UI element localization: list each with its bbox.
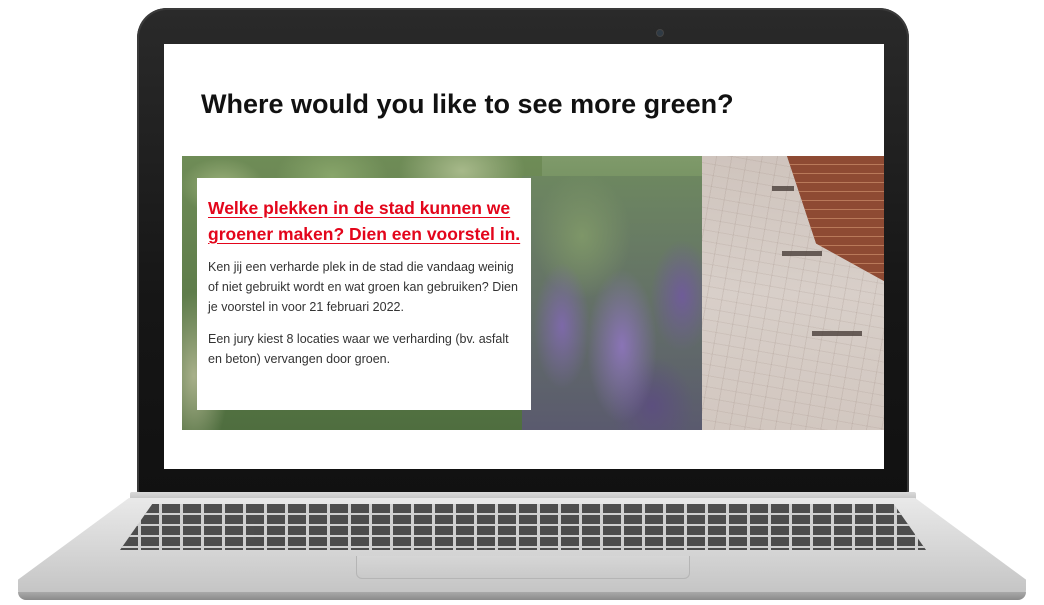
- card-paragraph-deadline: Ken jij een verharde plek in de stad die…: [208, 260, 518, 314]
- laptop-illustration: Where would you like to see more green? …: [0, 0, 1044, 605]
- drain-grate: [812, 331, 862, 336]
- card-title-link[interactable]: Welke plekken in de stad kunnen we groen…: [208, 195, 526, 247]
- page-title: Where would you like to see more green?: [201, 89, 734, 119]
- laptop-screen: Where would you like to see more green? …: [164, 44, 884, 469]
- keyboard-rows: [120, 504, 926, 550]
- drain-grate: [772, 186, 794, 191]
- laptop-base-edge: [18, 592, 1026, 600]
- webcam-icon: [657, 30, 663, 36]
- info-card: Welke plekken in de stad kunnen we groen…: [197, 178, 531, 410]
- card-paragraph-jury: Een jury kiest 8 locaties waar we verhar…: [208, 332, 509, 366]
- drain-grate: [782, 251, 822, 256]
- hero-banner: Welke plekken in de stad kunnen we groen…: [182, 156, 884, 430]
- trackpad: [356, 556, 690, 579]
